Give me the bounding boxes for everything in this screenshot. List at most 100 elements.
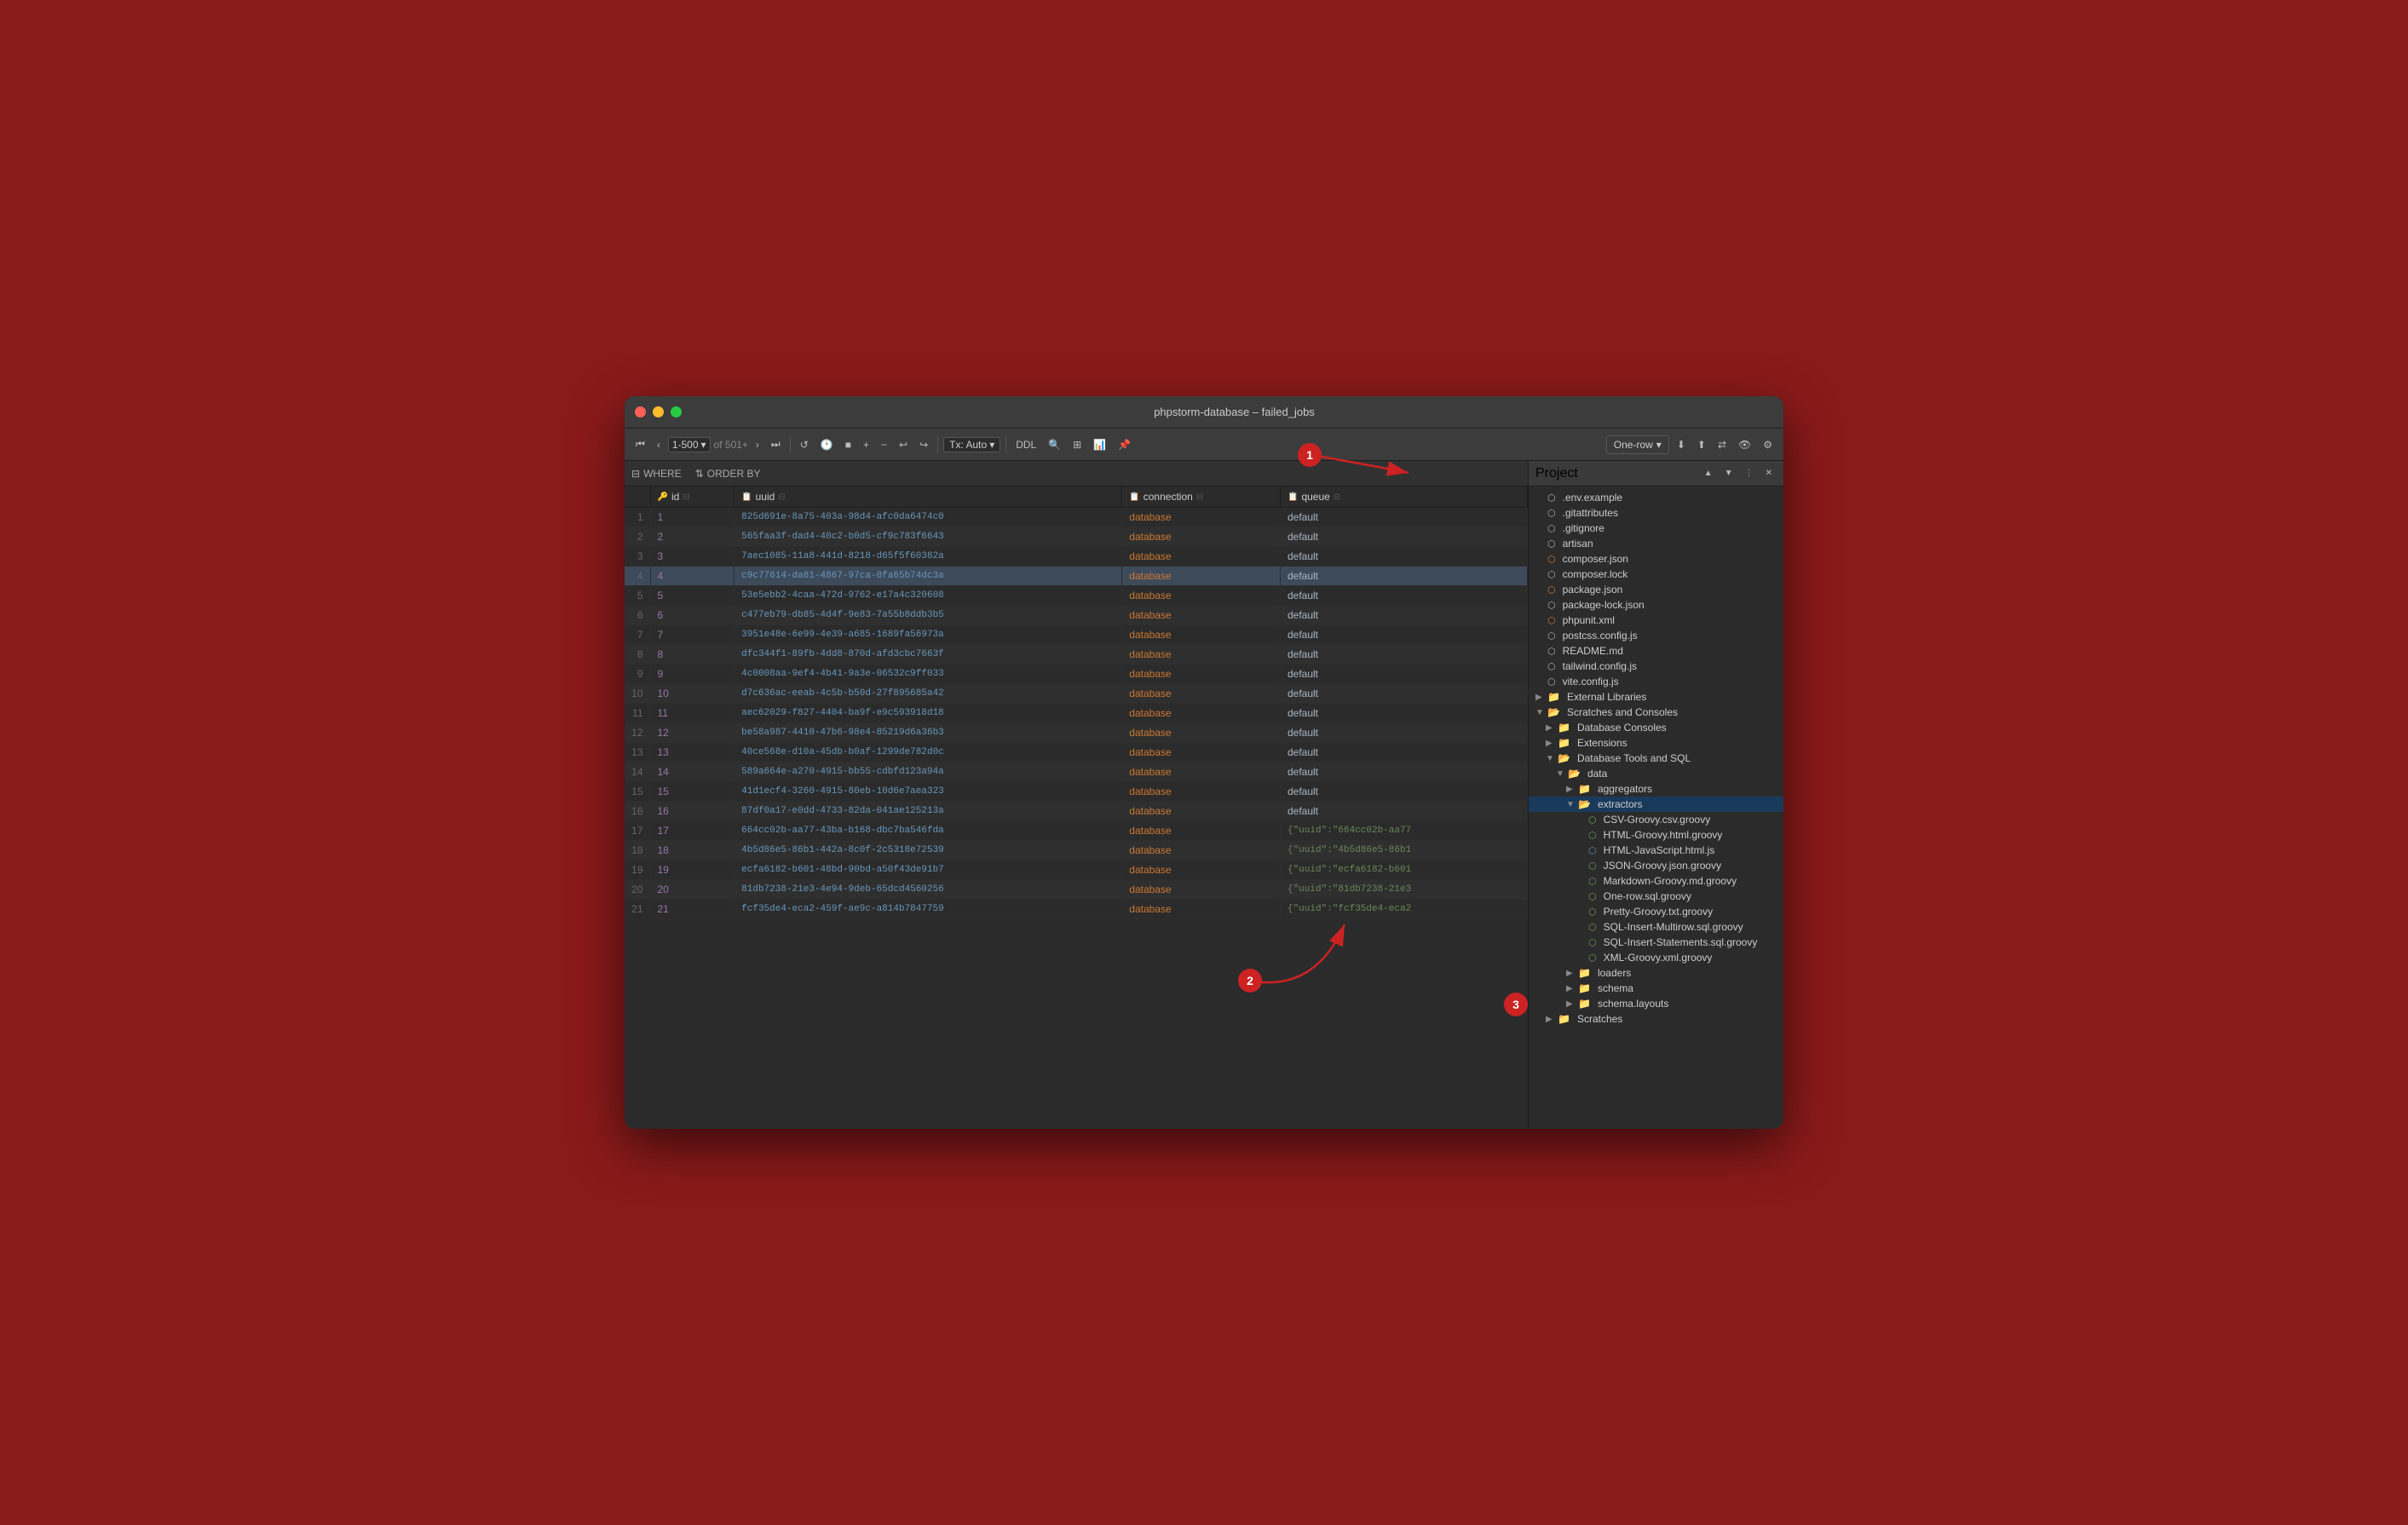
remove-button[interactable]: −	[877, 436, 891, 453]
table-row[interactable]: 19 19 ecfa6182-b601-48bd-90bd-a50f43de91…	[625, 860, 1528, 880]
table-row[interactable]: 8 8 dfc344f1-89fb-4dd8-870d-afd3cbc7663f…	[625, 645, 1528, 665]
tree-item[interactable]: ⬡One-row.sql.groovy	[1529, 889, 1783, 904]
refresh-button[interactable]: ↺	[796, 436, 813, 453]
download-button[interactable]: ⬇	[1673, 436, 1690, 453]
stop-button[interactable]: ■	[841, 436, 855, 453]
redo-button[interactable]: ↪	[915, 436, 932, 453]
tree-item[interactable]: ▼📂data	[1529, 766, 1783, 781]
undo-button[interactable]: ↩	[895, 436, 912, 453]
queue-column-header[interactable]: 📋 queue ⊟	[1280, 486, 1527, 508]
tree-item[interactable]: ⬡Markdown-Groovy.md.groovy	[1529, 873, 1783, 889]
tree-item[interactable]: ⬡.gitattributes	[1529, 505, 1783, 521]
add-button[interactable]: +	[859, 436, 873, 453]
table-row[interactable]: 7 7 3951e48e-6e99-4e39-a685-1689fa56973a…	[625, 625, 1528, 645]
table-row[interactable]: 5 5 53e5ebb2-4caa-472d-9762-e17a4c320608…	[625, 586, 1528, 606]
table-row[interactable]: 3 3 7aec1085-11a8-441d-8218-d65f5f60382a…	[625, 547, 1528, 567]
tree-item[interactable]: ⬡phpunit.xml	[1529, 613, 1783, 628]
export-chart-button[interactable]: 📊	[1089, 436, 1110, 453]
tree-item[interactable]: ▶📁Scratches	[1529, 1011, 1783, 1027]
tree-item[interactable]: ⬡.gitignore	[1529, 521, 1783, 536]
tree-item[interactable]: ⬡SQL-Insert-Statements.sql.groovy	[1529, 935, 1783, 950]
close-button[interactable]	[635, 406, 646, 417]
table-row[interactable]: 17 17 664cc02b-aa77-43ba-b168-dbc7ba546f…	[625, 821, 1528, 841]
table-row[interactable]: 16 16 87df0a17-e0dd-4733-82da-041ae12521…	[625, 802, 1528, 821]
tree-item[interactable]: ▶📁schema.layouts	[1529, 996, 1783, 1011]
tree-item[interactable]: ⬡CSV-Groovy.csv.groovy	[1529, 812, 1783, 827]
tree-item[interactable]: ⬡tailwind.config.js	[1529, 659, 1783, 674]
tree-item[interactable]: ⬡JSON-Groovy.json.groovy	[1529, 858, 1783, 873]
table-container[interactable]: 🔑 id ⊟ 📋 uuid ⊟	[625, 486, 1528, 1129]
tree-item[interactable]: ▼📂extractors	[1529, 797, 1783, 812]
table-row[interactable]: 15 15 41d1ecf4-3260-4915-80eb-10d6e7aea3…	[625, 782, 1528, 802]
uuid-column-header[interactable]: 📋 uuid ⊟	[734, 486, 1122, 508]
panel-menu-button[interactable]: ⋮	[1741, 466, 1758, 481]
first-page-button[interactable]: ⏮	[631, 435, 649, 453]
table-row[interactable]: 4 4 c9c77614-da81-4867-97ca-0fa65b74dc3a…	[625, 567, 1528, 586]
table-row[interactable]: 14 14 589a664e-a270-4915-bb55-cdbfd123a9…	[625, 762, 1528, 782]
table-row[interactable]: 6 6 c477eb79-db85-4d4f-9e83-7a55b8ddb3b5…	[625, 606, 1528, 625]
connection-cell: database	[1122, 547, 1281, 567]
tree-item[interactable]: ▶📁loaders	[1529, 965, 1783, 981]
tree-item[interactable]: ⬡composer.lock	[1529, 567, 1783, 582]
table-row[interactable]: 2 2 565faa3f-dad4-40c2-b0d5-cf9c783f6643…	[625, 527, 1528, 547]
tx-selector[interactable]: Tx: Auto ▾	[943, 437, 1000, 452]
folder-icon: 📁	[1558, 722, 1570, 734]
table-row[interactable]: 9 9 4c0008aa-9ef4-4b41-9a3e-06532c9ff033…	[625, 665, 1528, 684]
prev-page-button[interactable]: ‹	[653, 436, 665, 453]
tree-item[interactable]: ▶📁Database Consoles	[1529, 720, 1783, 735]
panel-up-button[interactable]: ▲	[1700, 466, 1717, 481]
compare-button[interactable]: ⇄	[1714, 436, 1731, 453]
tree-item[interactable]: ▶📁External Libraries	[1529, 689, 1783, 705]
tree-item[interactable]: ⬡Pretty-Groovy.txt.groovy	[1529, 904, 1783, 919]
eye-button[interactable]: 👁	[1734, 436, 1755, 453]
tree-item[interactable]: ⬡package.json	[1529, 582, 1783, 597]
next-page-button[interactable]: ›	[752, 436, 763, 453]
tree-item[interactable]: ⬡README.md	[1529, 643, 1783, 659]
where-filter-button[interactable]: ⊟ WHERE	[631, 468, 682, 480]
table-row[interactable]: 13 13 40ce568e-d10a-45db-b0af-1299de782d…	[625, 743, 1528, 762]
connection-column-header[interactable]: 📋 connection ⊟	[1122, 486, 1281, 508]
table-row[interactable]: 21 21 fcf35de4-eca2-459f-ae9c-a814b78477…	[625, 900, 1528, 919]
tree-item[interactable]: ▶📁schema	[1529, 981, 1783, 996]
project-tree[interactable]: ⬡.env.example⬡.gitattributes⬡.gitignore⬡…	[1529, 486, 1783, 1129]
tree-item[interactable]: ⬡artisan	[1529, 536, 1783, 551]
range-selector[interactable]: 1-500 ▾	[668, 437, 711, 452]
upload-button[interactable]: ⬆	[1693, 436, 1710, 453]
maximize-button[interactable]	[671, 406, 682, 417]
tree-item[interactable]: ⬡package-lock.json	[1529, 597, 1783, 613]
tree-item[interactable]: ▶📁Extensions	[1529, 735, 1783, 751]
table-row[interactable]: 18 18 4b5d86e5-86b1-442a-8c0f-2c5318e725…	[625, 841, 1528, 860]
groovy-icon: ⬡	[1588, 876, 1597, 887]
table-row[interactable]: 1 1 825d691e-8a75-403a-98d4-afc0da6474c0…	[625, 508, 1528, 527]
tree-item[interactable]: ⬡.env.example	[1529, 490, 1783, 505]
id-column-header[interactable]: 🔑 id ⊟	[650, 486, 734, 508]
tree-item[interactable]: ⬡composer.json	[1529, 551, 1783, 567]
tree-item[interactable]: ▼📂Database Tools and SQL	[1529, 751, 1783, 766]
panel-down-button[interactable]: ▼	[1720, 466, 1737, 481]
pin-button[interactable]: 📌	[1114, 436, 1135, 453]
queue-cell: {"uuid":"664cc02b-aa77	[1280, 821, 1527, 841]
table-row[interactable]: 10 10 d7c636ac-eeab-4c5b-b50d-27f895685a…	[625, 684, 1528, 704]
one-row-selector[interactable]: One-row ▾	[1606, 435, 1669, 454]
tree-item[interactable]: ⬡vite.config.js	[1529, 674, 1783, 689]
last-page-button[interactable]: ⏭	[767, 435, 785, 453]
tree-item[interactable]: ▼📂Scratches and Consoles	[1529, 705, 1783, 720]
search-button[interactable]: 🔍	[1044, 436, 1065, 453]
minimize-button[interactable]	[653, 406, 664, 417]
tree-item[interactable]: ⬡HTML-Groovy.html.groovy	[1529, 827, 1783, 843]
tree-item[interactable]: ▶📁aggregators	[1529, 781, 1783, 797]
table-row[interactable]: 12 12 be58a987-4410-47b6-98e4-85219d6a36…	[625, 723, 1528, 743]
history-button[interactable]: 🕐	[816, 436, 838, 453]
tree-item[interactable]: ⬡SQL-Insert-Multirow.sql.groovy	[1529, 919, 1783, 935]
tree-item[interactable]: ⬡postcss.config.js	[1529, 628, 1783, 643]
table-row[interactable]: 11 11 aec62029-f827-4404-ba9f-e9c593918d…	[625, 704, 1528, 723]
panel-close-button[interactable]: ✕	[1761, 466, 1777, 481]
ddl-button[interactable]: DDL	[1011, 436, 1040, 453]
tree-item[interactable]: ⬡XML-Groovy.xml.groovy	[1529, 950, 1783, 965]
tree-item[interactable]: ⬡HTML-JavaScript.html.js	[1529, 843, 1783, 858]
settings-button[interactable]: ⚙	[1759, 436, 1777, 453]
order-by-button[interactable]: ⇅ ORDER BY	[695, 468, 761, 480]
table-row[interactable]: 20 20 81db7238-21e3-4e94-9deb-65dcd45602…	[625, 880, 1528, 900]
chart-button[interactable]: ⊞	[1069, 436, 1086, 453]
groovy-icon: ⬡	[1588, 891, 1597, 902]
